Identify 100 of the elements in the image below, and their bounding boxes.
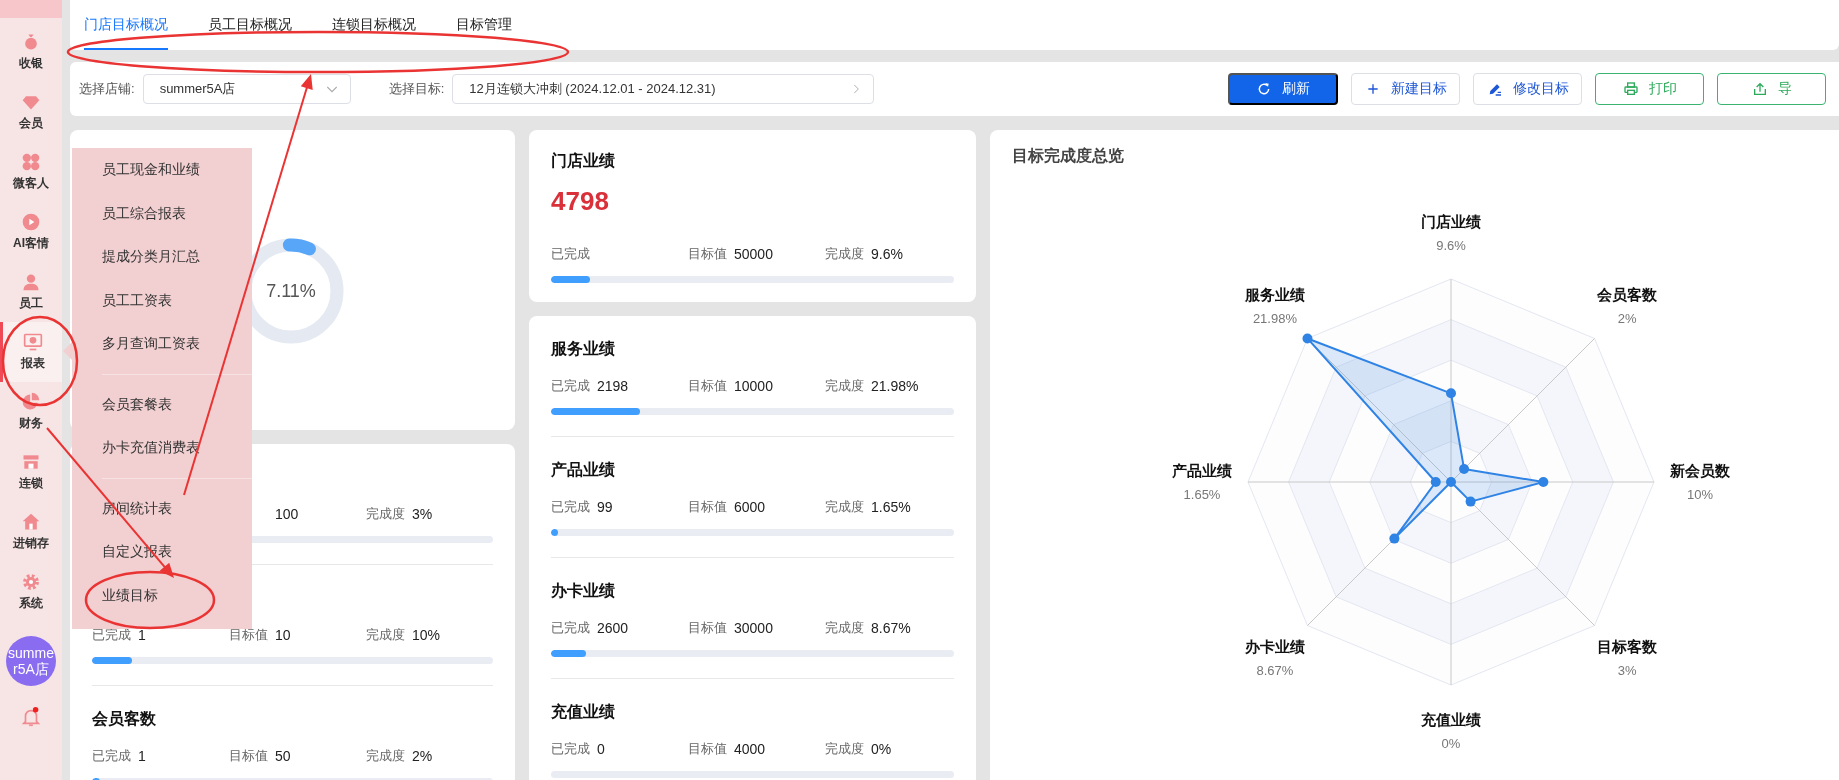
data-point: [1465, 496, 1476, 507]
sidebar-item[interactable]: 系统: [0, 562, 62, 622]
chart-title: 目标完成度总览: [1012, 146, 1124, 166]
axis-value: 8.67%: [1256, 663, 1294, 679]
stat-label: 已完成: [551, 498, 590, 516]
stat-label: 完成度: [825, 619, 864, 637]
stat-value: 10%: [412, 627, 441, 643]
stat-label: 已完成: [551, 740, 590, 758]
stat-value: 8.67%: [871, 620, 911, 636]
printer-icon: [1622, 81, 1639, 97]
tab[interactable]: 连锁目标概况: [332, 0, 416, 50]
axis-label: 产品业绩: [1172, 462, 1232, 479]
axis-label: 服务业绩: [1244, 285, 1305, 303]
stat-label: 已完成: [92, 747, 131, 765]
person-icon: [21, 272, 41, 292]
avatar[interactable]: summer5A店: [6, 636, 56, 686]
axis-value: 0%: [1441, 736, 1461, 751]
stat-label: 目标值: [688, 245, 727, 263]
stat-label: 已完成: [551, 245, 590, 263]
axis-value: 2%: [1617, 310, 1637, 326]
play-icon: [21, 212, 41, 232]
stat-label: 完成度: [825, 740, 864, 758]
stat-value: 1: [138, 748, 146, 764]
metric-title: 办卡业绩: [551, 581, 616, 601]
menu-item[interactable]: 多月查询工资表: [72, 322, 252, 366]
menu-item[interactable]: 会员套餐表: [72, 382, 252, 426]
donut-percent: 7.11%: [266, 280, 316, 302]
store-dropdown[interactable]: summer5A店: [142, 74, 351, 104]
menu-item[interactable]: 提成分类月汇总: [72, 235, 252, 279]
axis-value: 21.98%: [1252, 310, 1297, 326]
house-icon: [21, 512, 41, 532]
toolbar-button[interactable]: 刷新: [1228, 73, 1338, 105]
stat-label: 目标值: [229, 747, 268, 765]
stat-value: 10: [275, 627, 291, 643]
stat-label: 已完成: [551, 619, 590, 637]
sidebar-item[interactable]: 连锁: [0, 442, 62, 502]
stat-value: 1.65%: [871, 499, 911, 515]
stat-value: 99: [597, 499, 613, 515]
menu-item[interactable]: 员工现金和业绩: [72, 148, 252, 192]
menu-item[interactable]: 员工综合报表: [72, 191, 252, 235]
data-point: [1446, 477, 1456, 487]
stat-value: 50: [275, 748, 291, 764]
goal-picker[interactable]: 12月连锁大冲刺 (2024.12.01 - 2024.12.31): [452, 74, 875, 104]
stat-value: 3%: [412, 506, 433, 522]
sidebar-item[interactable]: 员工: [0, 262, 62, 322]
menu-item[interactable]: 员工工资表: [72, 278, 252, 322]
axis-label: 会员客数: [1597, 285, 1658, 303]
stat-label: 目标值: [688, 619, 727, 637]
stat-label: 已完成: [92, 626, 131, 644]
sidebar-item[interactable]: 报表: [0, 322, 62, 382]
menu-item[interactable]: 业绩目标: [72, 573, 252, 617]
metric-title: 产品业绩: [551, 460, 616, 480]
toolbar-button[interactable]: 修改目标: [1473, 73, 1582, 105]
sidebar-item[interactable]: 会员: [0, 82, 62, 142]
stat-label: 完成度: [825, 377, 864, 395]
sidebar-item[interactable]: 收银: [0, 22, 62, 82]
stat-value: 4000: [734, 741, 766, 757]
stat-value: 50000: [734, 246, 773, 262]
sidebar-item[interactable]: 财务: [0, 382, 62, 442]
refresh-icon: [1256, 81, 1272, 97]
filter-label: 选择店铺:: [79, 80, 135, 98]
stat-value: 9.6%: [871, 246, 903, 262]
tab[interactable]: 员工目标概况: [208, 0, 292, 50]
axis-label: 办卡业绩: [1244, 638, 1305, 656]
shop-icon: [21, 452, 41, 472]
stat-value: 2%: [412, 748, 433, 764]
data-point: [1446, 388, 1456, 399]
toolbar-button[interactable]: 新建目标: [1351, 73, 1460, 105]
stat-value: 6000: [734, 499, 766, 515]
axis-label: 充值业绩: [1421, 711, 1481, 728]
stat-label: 目标值: [229, 626, 268, 644]
axis-value: 1.65%: [1183, 487, 1221, 502]
stat-label: 完成度: [825, 245, 864, 263]
stat-value: 1: [138, 627, 146, 643]
stat-label: 目标值: [688, 377, 727, 395]
card-title: 门店业绩: [551, 151, 616, 171]
data-point: [1430, 477, 1441, 487]
axis-label: 目标客数: [1597, 638, 1658, 656]
tab[interactable]: 目标管理: [456, 0, 512, 50]
axis-label: 新会员数: [1670, 462, 1730, 479]
pie-icon: [21, 392, 41, 412]
gear-icon: [21, 572, 41, 592]
stat-value: 30000: [734, 620, 773, 636]
axis-label: 门店业绩: [1421, 213, 1481, 230]
upload-icon: [1751, 81, 1768, 97]
axis-value: 10%: [1687, 487, 1713, 502]
stat-label: 目标值: [688, 740, 727, 758]
store-amount: 4798: [551, 186, 610, 216]
stat-value: 21.98%: [871, 378, 919, 394]
stat-label: 完成度: [366, 747, 405, 765]
sidebar-item[interactable]: 微客人: [0, 142, 62, 202]
data-point: [1302, 333, 1313, 344]
data-point: [1538, 477, 1549, 487]
stat-value: 2600: [597, 620, 629, 636]
sidebar-item[interactable]: 进销存: [0, 502, 62, 562]
tab[interactable]: 门店目标概况: [84, 0, 168, 50]
stat-label: 已完成: [551, 377, 590, 395]
stat-label: 目标值: [688, 498, 727, 516]
clover-icon: [21, 152, 41, 172]
sidebar-item[interactable]: AI客情: [0, 202, 62, 262]
